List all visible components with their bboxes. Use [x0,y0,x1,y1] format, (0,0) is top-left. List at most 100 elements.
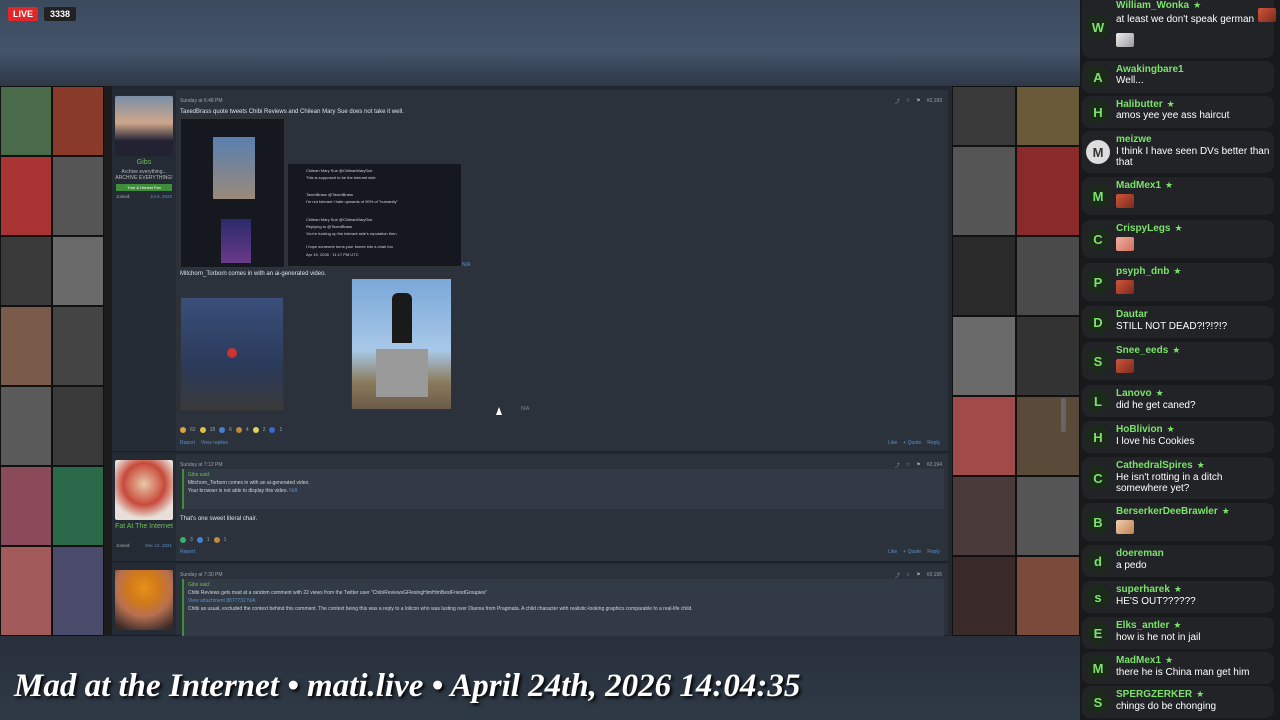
chat-username[interactable]: meizwe [1116,134,1152,145]
chat-username[interactable]: CrispyLegs ★ [1116,223,1183,234]
chat-username[interactable]: psyph_dnb ★ [1116,266,1181,277]
post-number[interactable]: #2,194 [927,462,942,469]
na-label: N/A [521,406,530,412]
chat-avatar: E [1086,621,1110,645]
chat-username[interactable]: BerserkerDeeBrawler ★ [1116,506,1230,517]
post-actions: Like + Quote Reply [888,549,940,555]
star-icon: ★ [1165,655,1174,665]
star-icon: ★ [1196,460,1205,470]
post-timestamp[interactable]: Sunday at 6:48 PM [180,98,223,104]
chat-username[interactable]: Elks_antler ★ [1116,620,1181,631]
chat-username[interactable]: SPERGZERKER ★ [1116,689,1204,700]
reaction-icon [180,427,186,433]
chat-message: L Lanovo ★ did he get caned? [1082,385,1274,417]
chat-username[interactable]: HoBlivion ★ [1116,424,1175,435]
reaction-bar[interactable]: 3 1 1 [180,537,226,543]
bookmark-icon[interactable]: ☆ [906,572,910,579]
tweet-screenshot-right[interactable]: Chilean Mary Sue @ChileanMarySue This is… [287,163,462,267]
chat-username[interactable]: MadMex1 ★ [1116,655,1173,666]
view-replies-link[interactable]: View replies [201,440,228,446]
emote-icon [1116,359,1134,373]
star-icon: ★ [1173,266,1182,276]
chat-avatar: A [1086,65,1110,89]
stream-overlay-title: Mad at the Internet • mati.live • April … [14,668,801,704]
tweet-author: Chilean Mary Sue @ChileanMarySue [306,168,373,173]
reply-button[interactable]: Reply [927,440,940,446]
quote-attachment[interactable]: View attachment 8877732 N/A [188,597,940,605]
attached-image[interactable] [351,278,452,410]
chat-message: s superharek ★ HE'S OUT?????? [1082,581,1274,613]
chat-avatar: S [1086,349,1110,373]
username[interactable]: Fat At The Internet [112,523,176,530]
chat-text: chings do be chonging [1116,701,1217,712]
post-footer-links: Report View replies [180,440,228,446]
forum-post: Fat At The Internet Joined: Dec 12, 2021 … [112,454,948,562]
chat-message: C CathedralSpires ★ He isn't rotting in a… [1082,457,1274,499]
left-collage-background [0,86,112,636]
user-joined: Joined: Dec 12, 2021 [116,543,172,548]
chat-message: B BerserkerDeeBrawler ★ [1082,503,1274,541]
avatar[interactable] [115,460,173,520]
chat-message: H HoBlivion ★ I love his Cookies [1082,421,1274,453]
chat-username[interactable]: Lanovo ★ [1116,388,1164,399]
post-actions-top: ⤴ ☆ ⚑ #2,194 [895,462,942,469]
chat-username[interactable]: Awakingbare1 [1116,64,1184,75]
share-icon[interactable]: ⤴ [895,98,900,105]
share-icon[interactable]: ⤴ [895,572,900,579]
report-link[interactable]: Report [180,549,195,555]
star-icon: ★ [1166,99,1175,109]
post-number[interactable]: #2,193 [927,98,942,105]
post-user-column: Fat At The Internet Joined: Dec 12, 2021 [112,454,176,561]
share-icon[interactable]: ⤴ [895,462,900,469]
quote-button[interactable]: + Quote [903,549,921,555]
chat-username[interactable]: superharek ★ [1116,584,1182,595]
tweet-body: I hope someone turns your bones into a c… [306,244,393,249]
post-timestamp[interactable]: Sunday at 7:30 PM [180,572,223,578]
star-icon: ★ [1173,620,1182,630]
post-text: TaxedBrass quote tweets Chibi Reviews an… [180,109,404,115]
page-scrollbar[interactable] [1061,398,1066,432]
chat-message: d doereman a pedo [1082,545,1274,577]
bookmark-icon[interactable]: ☆ [906,462,910,469]
chat-text: He isn't rotting in a ditch somewhere ye… [1116,472,1223,494]
bookmark-icon[interactable]: ☆ [906,98,910,105]
chat-avatar: D [1086,310,1110,334]
user-badge: True & Honest Fan [116,184,172,191]
user-title-line2: ARCHIVE EVERYTHING! [115,175,173,181]
chat-username[interactable]: MadMex1 ★ [1116,180,1173,191]
chat-username[interactable]: Dautar [1116,309,1148,320]
avatar[interactable] [115,96,173,156]
flag-icon[interactable]: ⚑ [916,98,920,105]
tweet-screenshot-left[interactable] [180,118,285,268]
chat-username[interactable]: William_Wonka ★ [1116,0,1201,11]
chat-username[interactable]: CathedralSpires ★ [1116,460,1205,471]
chat-username[interactable]: doereman [1116,548,1164,559]
like-button[interactable]: Like [888,440,897,446]
quote-text: Chibi Reviews gets mad at a random comme… [188,590,488,596]
flag-icon[interactable]: ⚑ [916,572,920,579]
quote-author[interactable]: Gibs said: [188,471,940,479]
star-icon: ★ [1193,0,1202,10]
reaction-icon [269,427,276,433]
reaction-icon [219,427,226,433]
reply-button[interactable]: Reply [927,549,940,555]
flag-icon[interactable]: ⚑ [916,462,920,469]
post-timestamp[interactable]: Sunday at 7:12 PM [180,462,223,468]
post-number[interactable]: #2,195 [927,572,942,579]
avatar[interactable] [115,570,173,630]
chat-avatar: C [1086,227,1110,251]
chat-avatar: H [1086,100,1110,124]
chat-username[interactable]: Snee_eeds ★ [1116,345,1180,356]
video-embed[interactable] [180,297,284,411]
quote-button[interactable]: + Quote [903,440,921,446]
chat-username[interactable]: Halibutter ★ [1116,99,1175,110]
chat-message: E Elks_antler ★ how is he not in jail [1082,617,1274,649]
username[interactable]: Gibs [112,159,176,166]
report-link[interactable]: Report [180,440,195,446]
play-icon[interactable] [227,348,237,358]
quote-author[interactable]: Gibs said: [188,581,940,589]
like-button[interactable]: Like [888,549,897,555]
chat-text: Well... [1116,75,1144,86]
chat-message: M MadMex1 ★ there he is China man get him [1082,652,1274,684]
reaction-bar[interactable]: 62 18 6 4 2 1 [180,427,282,433]
